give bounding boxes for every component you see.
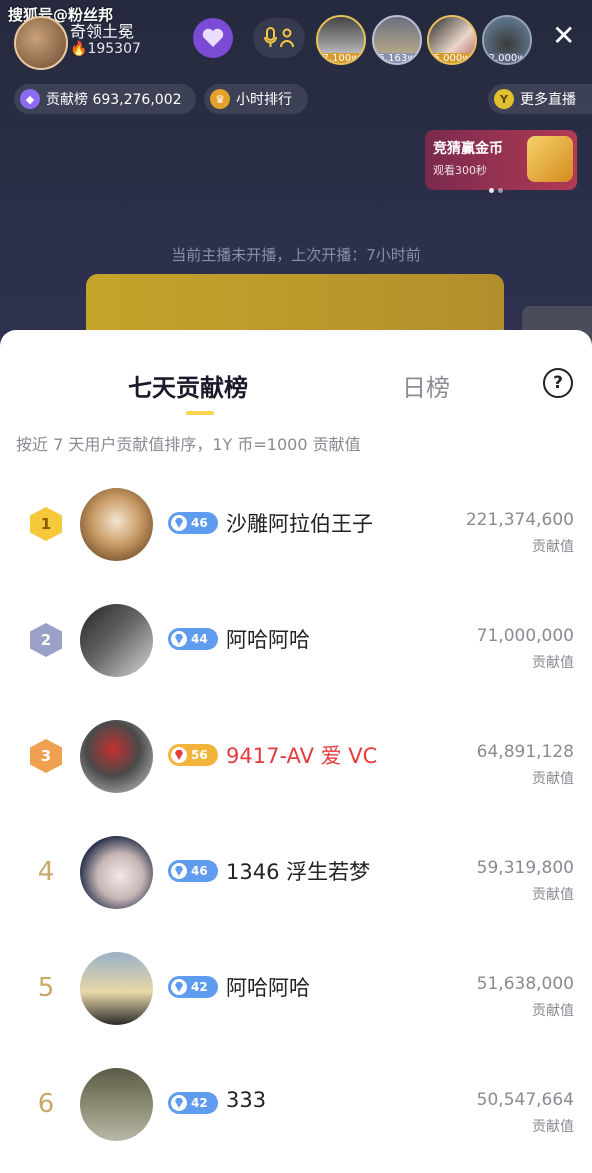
top-viewer-avatar[interactable]: 5,163w [372,15,422,65]
banner-pager [489,178,507,197]
heart-icon [202,28,224,47]
close-icon[interactable]: ✕ [552,22,575,50]
user-name[interactable]: 333 [226,1088,266,1112]
streamer-heat: 🔥195307 [70,41,141,57]
tab-weekly[interactable]: 七天贡献榜 [128,368,248,403]
voice-link-button[interactable] [253,18,305,58]
user-avatar[interactable] [80,1068,153,1141]
leaderboard-row[interactable]: 3 56 9417-AV 爱 VC 64,891,128 贡献值 [0,720,592,810]
contribution-pill[interactable]: ◆ 贡献榜 693,276,002 [14,84,196,114]
diamond-icon [171,515,187,531]
user-name[interactable]: 沙雕阿拉伯王子 [226,508,373,538]
level-badge: 46 [168,512,218,534]
user-avatar[interactable] [80,720,153,793]
user-avatar[interactable] [80,604,153,677]
diamond-icon [171,631,187,647]
leaderboard-row[interactable]: 1 46 沙雕阿拉伯王子 221,374,600 贡献值 [0,488,592,578]
score-unit: 贡献值 [532,655,574,671]
mic-user-icon [264,27,294,48]
score-unit: 贡献值 [532,539,574,555]
tab-daily[interactable]: 日榜 [402,368,450,403]
tab-indicator [186,411,214,415]
diamond-icon [171,747,187,763]
diamond-icon [171,1095,187,1111]
offline-notice: 当前主播未开播，上次开播：7小时前 [171,246,421,264]
contribution-score: 50,547,664 [476,1090,574,1110]
rank-number: 5 [37,973,55,1003]
top-viewer-avatar[interactable]: 7,100w [316,15,366,65]
level-badge: 42 [168,976,218,998]
rank-badge: 3 [28,738,64,774]
contribution-score: 71,000,000 [476,626,574,646]
user-name[interactable]: 阿哈阿哈 [226,972,310,1002]
contribution-score: 51,638,000 [476,974,574,994]
user-name[interactable]: 9417-AV 爱 VC [226,740,377,770]
guess-coin-banner[interactable]: 竞猜赢金币 观看300秒 [425,130,577,193]
score-unit: 贡献值 [532,1003,574,1019]
rank-badge: 1 [28,506,64,542]
leaderboard-row[interactable]: 6 42 333 50,547,664 贡献值 [0,1068,592,1158]
user-avatar[interactable] [80,836,153,909]
user-avatar[interactable] [80,488,153,561]
top-viewer-avatar[interactable]: 5,000w [427,15,477,65]
score-unit: 贡献值 [532,887,574,903]
rank-number: 4 [37,857,55,887]
streamer-avatar[interactable] [14,16,68,70]
streamer-name[interactable]: 奇领土冕 [70,18,134,42]
leaderboard-row[interactable]: 4 46 1346 浮生若梦 59,319,800 贡献值 [0,836,592,926]
flame-icon: 🔥 [70,41,88,57]
user-name[interactable]: 1346 浮生若梦 [226,856,370,886]
contribution-sheet: 七天贡献榜 日榜 ? 按近 7 天用户贡献值排序，1Y 币=1000 贡献值 1… [0,330,592,1173]
help-icon[interactable]: ? [543,368,573,398]
level-badge: 44 [168,628,218,650]
user-avatar[interactable] [80,952,153,1025]
leaderboard-row[interactable]: 2 44 阿哈阿哈 71,000,000 贡献值 [0,604,592,694]
user-name[interactable]: 阿哈阿哈 [226,624,310,654]
level-badge: 46 [168,860,218,882]
top-viewer-avatar[interactable]: 2,000w [482,15,532,65]
leaderboard-row[interactable]: 5 42 阿哈阿哈 51,638,000 贡献值 [0,952,592,1042]
more-live-button[interactable]: Y 更多直播 [488,84,592,114]
treasure-chest-icon [527,136,573,182]
diamond-icon [171,979,187,995]
y-coin-icon: Y [494,89,514,109]
rank-number: 6 [37,1089,55,1119]
follow-heart-button[interactable] [193,18,233,58]
score-unit: 贡献值 [532,1119,574,1135]
level-badge: 42 [168,1092,218,1114]
contribution-score: 64,891,128 [476,742,574,762]
crown-icon: ♛ [210,89,230,109]
contribution-score: 59,319,800 [476,858,574,878]
hourly-rank-pill[interactable]: ♛ 小时排行 [204,84,308,114]
score-unit: 贡献值 [532,771,574,787]
ranking-description: 按近 7 天用户贡献值排序，1Y 币=1000 贡献值 [16,435,361,454]
level-badge: 56 [168,744,218,766]
rank-badge: 2 [28,622,64,658]
contribution-score: 221,374,600 [465,510,574,530]
diamond-icon [171,863,187,879]
diamond-icon: ◆ [20,89,40,109]
